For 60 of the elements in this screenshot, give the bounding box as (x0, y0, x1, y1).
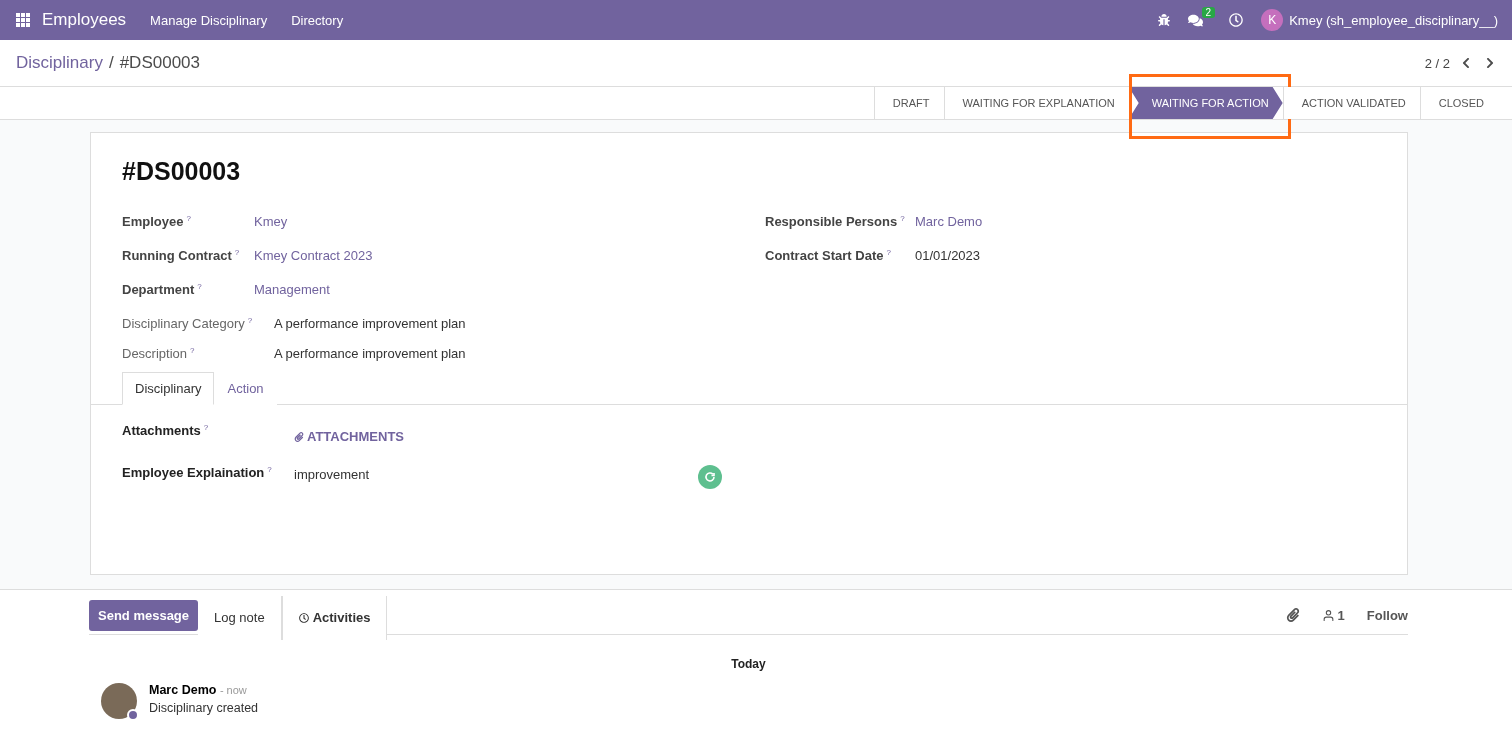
breadcrumb-current: #DS00003 (119, 53, 200, 73)
app-grid-icon[interactable] (16, 13, 30, 27)
nav-menu[interactable]: Manage Disciplinary (150, 12, 268, 28)
message-time: - now (219, 684, 247, 696)
field-value: A performance improvement plan (274, 316, 466, 331)
field-label: Running Contract (122, 248, 232, 264)
breadcrumb-link[interactable]: Disciplinary (16, 53, 103, 73)
field-link[interactable]: Kmey Contract 2023 (254, 248, 765, 263)
field-label: Employee Explaination (122, 465, 265, 481)
breadcrumb-separator: / (108, 53, 114, 73)
send-message-button[interactable]: Send message (89, 599, 199, 631)
field-label: Responsible Persons (765, 214, 898, 230)
help-mark[interactable]: ? (203, 423, 209, 432)
bug-icon[interactable] (1158, 14, 1171, 26)
log-note-button[interactable]: Log note (198, 595, 282, 640)
message-count: 2 (1201, 6, 1216, 18)
help-mark[interactable]: ? (900, 214, 905, 223)
field-label: Department (122, 282, 195, 298)
previous-icon[interactable] (1460, 57, 1472, 69)
message-author: Marc Demo (149, 683, 217, 697)
author-avatar (101, 683, 137, 719)
clock-icon (298, 612, 309, 623)
record-title: #DS00003 (122, 157, 242, 186)
field-label: Employee (122, 214, 184, 230)
grammar-checker-icon[interactable] (698, 465, 722, 489)
field-value: improvement (294, 467, 370, 484)
field-value: 01/01/2023 (915, 248, 981, 263)
clock-icon[interactable] (1229, 13, 1244, 27)
field-label: Attachments (122, 423, 201, 439)
person-icon (1321, 608, 1335, 622)
field-label: Disciplinary Category (122, 316, 245, 332)
help-mark[interactable]: ? (190, 346, 195, 355)
paperclip-icon[interactable] (1285, 608, 1300, 622)
form-tab[interactable]: Disciplinary (122, 372, 215, 405)
help-mark[interactable]: ? (886, 248, 891, 257)
user-name[interactable]: Kmey (sh_employee_disciplinary__) (1289, 12, 1498, 28)
attachments-button[interactable]: ATTACHMENTS (294, 429, 404, 444)
user-avatar: K (1261, 9, 1284, 31)
next-icon[interactable] (1484, 57, 1496, 69)
field-link[interactable]: Kmey (254, 214, 765, 229)
field-label: Contract Start Date (765, 248, 884, 264)
help-mark[interactable]: ? (267, 465, 272, 474)
app-name[interactable]: Employees (42, 10, 127, 30)
help-mark[interactable]: ? (186, 214, 191, 223)
activities-button[interactable]: Activities (281, 595, 388, 640)
field-label: Description (122, 346, 188, 362)
nav-menu[interactable]: Directory (291, 12, 344, 28)
help-mark[interactable]: ? (247, 316, 253, 325)
help-mark[interactable]: ? (197, 282, 202, 291)
message-body: Disciplinary created (149, 701, 259, 715)
day-separator: Today (730, 657, 767, 671)
follow-button[interactable]: Follow (1366, 607, 1408, 623)
pager-value: 2 / 2 (1424, 55, 1450, 71)
help-mark[interactable]: ? (234, 248, 240, 257)
field-link[interactable]: Marc Demo (915, 214, 1407, 229)
followers-button[interactable]: 1 (1321, 607, 1345, 623)
field-link[interactable]: Management (254, 282, 765, 297)
chat-icon[interactable] (1188, 12, 1204, 28)
field-value: A performance improvement plan (274, 346, 466, 361)
paperclip-icon (294, 431, 304, 442)
